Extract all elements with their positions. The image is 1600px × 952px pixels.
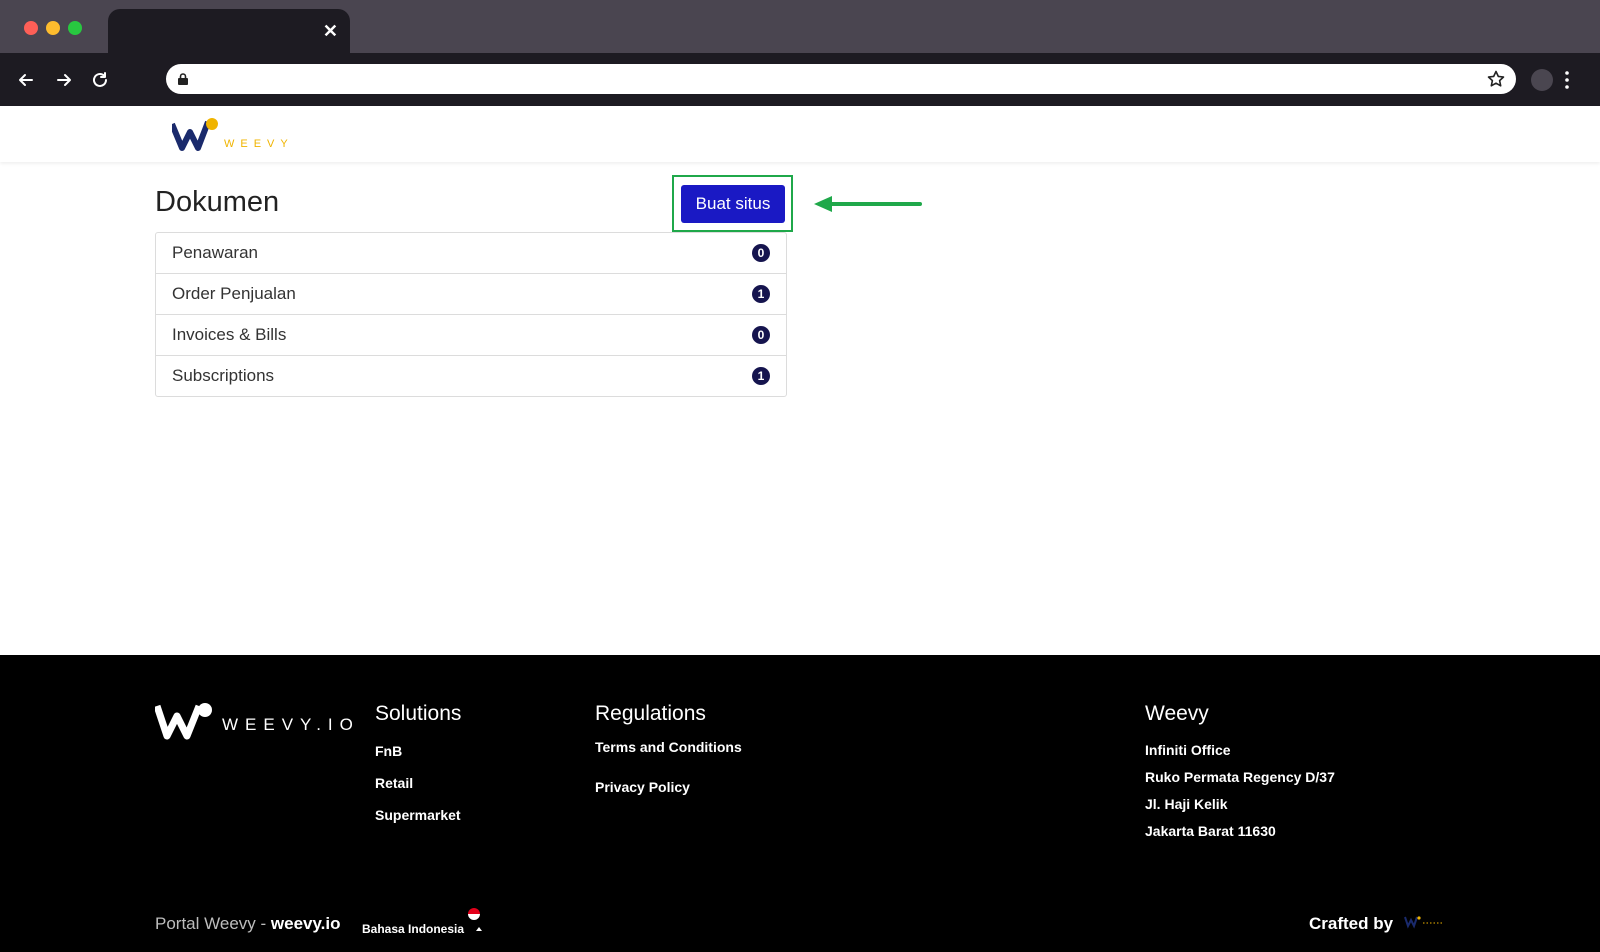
reload-icon[interactable] — [87, 67, 113, 93]
more-menu-icon[interactable] — [1564, 69, 1570, 91]
arrow-left-icon — [814, 196, 922, 212]
document-label: Penawaran — [172, 243, 259, 262]
document-item-subscriptions[interactable]: Subscriptions 1 — [156, 355, 786, 396]
site-footer: WEEVY.IO Solutions FnB Retail Supermarke… — [0, 655, 1600, 952]
crafted-by-logo[interactable] — [1404, 915, 1444, 929]
crafted-by-text: Crafted by — [1309, 914, 1394, 933]
forward-arrow-icon[interactable] — [51, 67, 77, 93]
weevy-logo[interactable]: WEEVY — [172, 116, 322, 156]
maximize-window-button[interactable] — [68, 21, 82, 35]
footer-link-terms[interactable]: Terms and Conditions — [595, 739, 742, 755]
document-label: Subscriptions — [172, 366, 275, 385]
lock-icon — [178, 73, 188, 85]
address-bar[interactable] — [166, 64, 1516, 94]
browser-tab[interactable]: ✕ — [108, 9, 350, 53]
document-item-penawaran[interactable]: Penawaran 0 — [156, 233, 786, 273]
solutions-heading: Solutions — [375, 702, 462, 725]
footer-link-fnb[interactable]: FnB — [375, 743, 402, 759]
logo-wordmark: WEEVY — [224, 138, 294, 150]
browser-titlebar: ✕ — [0, 0, 1600, 53]
caret-up-icon — [476, 927, 482, 931]
portal-prefix: Portal Weevy - — [155, 914, 271, 933]
browser-toolbar — [0, 53, 1600, 106]
document-item-invoices-bills[interactable]: Invoices & Bills 0 — [156, 314, 786, 355]
regulations-heading: Regulations — [595, 702, 706, 725]
language-selector[interactable]: Bahasa Indonesia — [362, 922, 464, 936]
count-badge: 0 — [752, 326, 770, 344]
tab-close-icon[interactable]: ✕ — [323, 19, 338, 43]
bookmark-star-icon[interactable] — [1486, 69, 1506, 89]
address-line: Ruko Permata Regency D/37 — [1145, 769, 1335, 785]
indonesia-flag-icon — [468, 908, 480, 920]
footer-logo-mark[interactable] — [155, 702, 215, 742]
document-label: Invoices & Bills — [172, 325, 287, 344]
count-badge: 1 — [752, 367, 770, 385]
site-header: WEEVY — [0, 106, 1600, 162]
portal-domain-link[interactable]: weevy.io — [271, 914, 341, 933]
address-line: Jl. Haji Kelik — [1145, 796, 1228, 812]
portal-text: Portal Weevy - weevy.io — [155, 914, 341, 934]
profile-avatar[interactable] — [1531, 69, 1553, 91]
footer-link-supermarket[interactable]: Supermarket — [375, 807, 461, 823]
company-heading: Weevy — [1145, 702, 1209, 725]
document-item-order-penjualan[interactable]: Order Penjualan 1 — [156, 273, 786, 314]
footer-link-privacy[interactable]: Privacy Policy — [595, 779, 690, 795]
address-line: Jakarta Barat 11630 — [1145, 823, 1276, 839]
count-badge: 1 — [752, 285, 770, 303]
address-line: Infiniti Office — [1145, 742, 1231, 758]
minimize-window-button[interactable] — [46, 21, 60, 35]
page-title: Dokumen — [155, 186, 280, 218]
back-arrow-icon[interactable] — [13, 67, 39, 93]
create-site-button[interactable]: Buat situs — [681, 185, 785, 223]
footer-link-retail[interactable]: Retail — [375, 775, 413, 791]
document-label: Order Penjualan — [172, 284, 296, 303]
footer-logo-text: WEEVY.IO — [222, 715, 360, 734]
close-window-button[interactable] — [24, 21, 38, 35]
document-list: Penawaran 0 Order Penjualan 1 Invoices &… — [155, 232, 787, 397]
count-badge: 0 — [752, 244, 770, 262]
